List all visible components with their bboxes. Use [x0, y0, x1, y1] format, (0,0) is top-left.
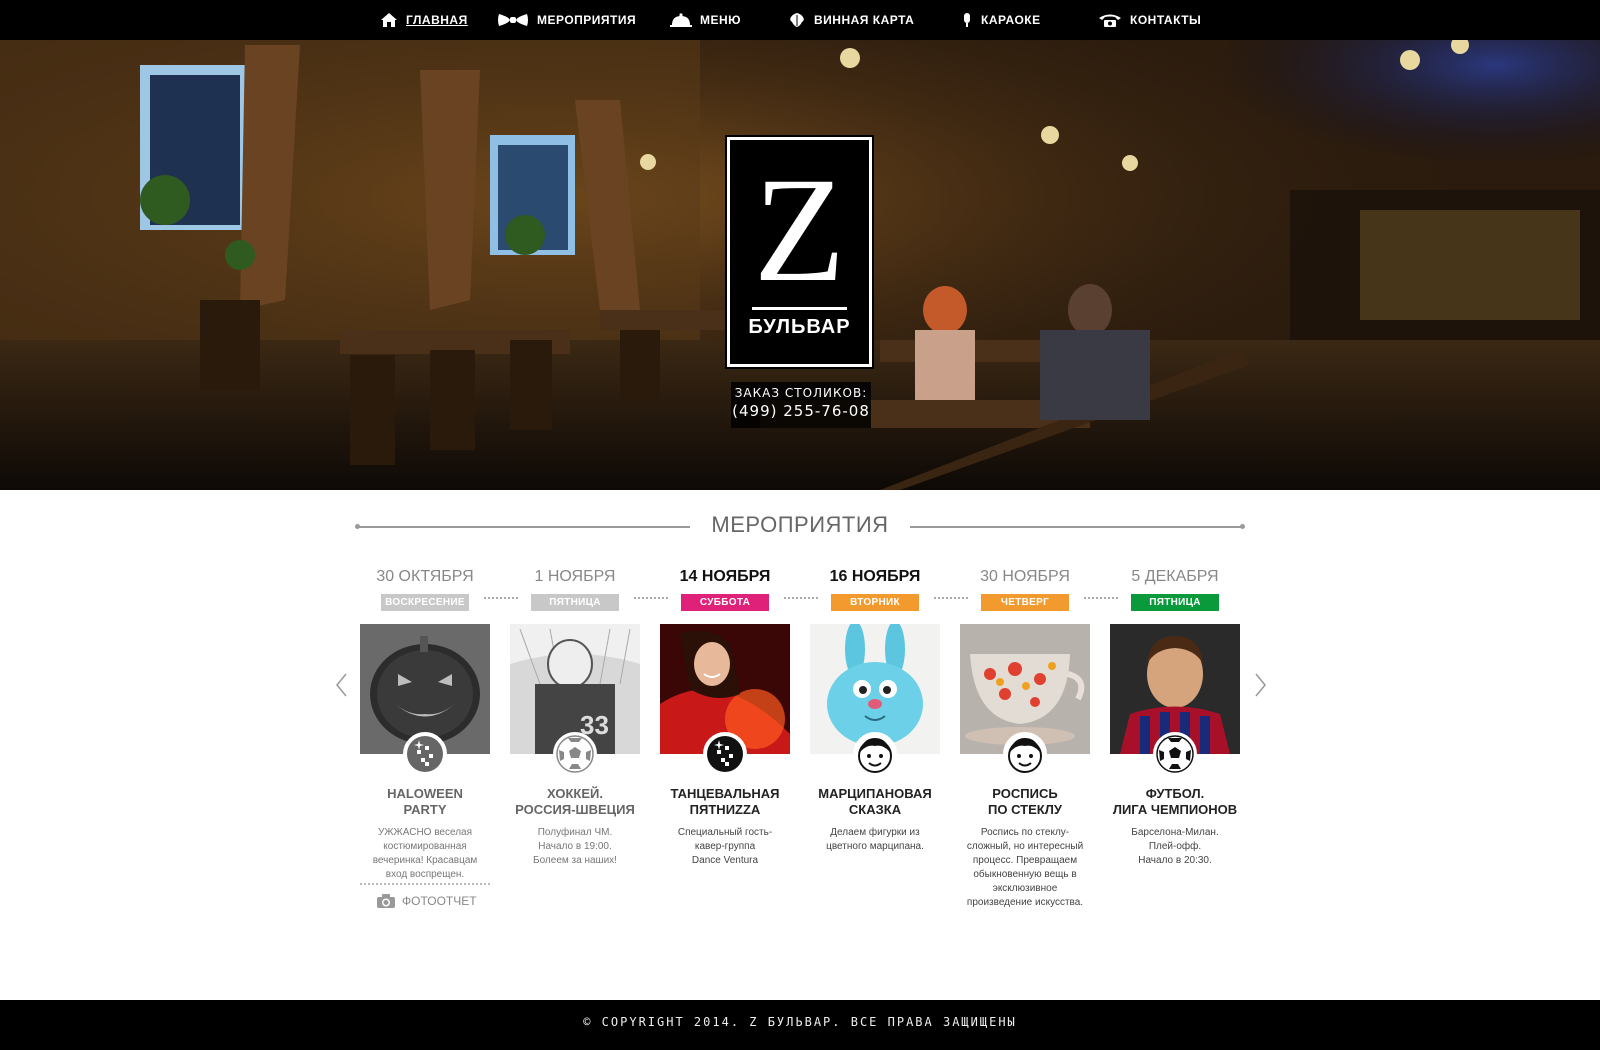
hero-banner: Z БУЛЬВАР ЗАКАЗ СТОЛИКОВ: (499) 255-76-0… [0, 40, 1600, 490]
booking-phone[interactable]: (499) 255-76-08 [731, 402, 871, 420]
event-category-badge [553, 732, 597, 776]
title-divider-right [910, 524, 1245, 529]
event-image[interactable] [810, 621, 940, 776]
section-title: МЕРОПРИЯТИЯ [711, 512, 889, 537]
nav-label: КАРАОКЕ [981, 13, 1041, 27]
chevron-right-icon [1255, 673, 1266, 697]
nav-label: МЕРОПРИЯТИЯ [537, 13, 637, 27]
nav-label: ВИННАЯ КАРТА [814, 13, 915, 27]
soccer-ball-icon [556, 735, 594, 773]
event-description: УЖЖАСНО веселая костюмированная вечеринк… [372, 827, 478, 880]
photo-report-label: ФОТООТЧЕТ [402, 894, 477, 908]
event-title: МАРЦИПАНОВАЯ СКАЗКА [818, 786, 932, 817]
event-title: HALOWEEN PARTY [387, 786, 463, 817]
carousel-prev-button[interactable] [332, 672, 352, 698]
bowtie-icon [498, 14, 528, 26]
event-date: 30 ОКТЯБРЯ [376, 568, 474, 585]
event-title: ХОККЕЙ. РОССИЯ-ШВЕЦИЯ [515, 786, 635, 817]
event-description: Делаем фигурки из цветного марципана. [826, 827, 924, 852]
logo-letter: Z [753, 147, 846, 313]
event-title: ТАНЦЕВАЛЬНАЯ ПЯТНИZZA [670, 786, 780, 817]
copyright-text: © COPYRIGHT 2014. Z БУЛЬВАР. ВСЕ ПРАВА З… [583, 1015, 1017, 1029]
grape-leaf-icon [790, 13, 804, 27]
event-title: РОСПИСЬ ПО СТЕКЛУ [988, 786, 1062, 817]
booking-label: ЗАКАЗ СТОЛИКОВ: [734, 386, 868, 400]
nav-item-wine[interactable]: ВИННАЯ КАРТА [788, 0, 914, 40]
kid-face-icon [858, 738, 892, 773]
event-date: 16 НОЯБРЯ [829, 568, 921, 585]
event-image[interactable] [360, 624, 490, 776]
event-weekday-badge: ВТОРНИК [831, 594, 919, 611]
event-card[interactable]: 16 НОЯБРЯ ВТОРНИК МАРЦИПАНОВАЯ СКАЗКА Де… [810, 566, 940, 854]
event-category-badge [403, 732, 447, 776]
phone-icon [1099, 14, 1121, 27]
event-card[interactable]: 1 НОЯБРЯ ПЯТНИЦА 33 ХОККЕЙ. РОССИЯ-ШВЕЦИ… [510, 566, 640, 868]
event-category-badge [703, 732, 747, 776]
event-image[interactable] [960, 624, 1090, 776]
event-weekday-badge: ПЯТНИЦА [531, 594, 619, 611]
nav-item-menu[interactable]: МЕНЮ [670, 0, 741, 40]
nav-item-home[interactable]: ГЛАВНАЯ [380, 0, 468, 40]
event-weekday-badge: СУББОТА [681, 594, 769, 611]
chevron-left-icon [336, 673, 347, 697]
logo-name: БУЛЬВАР [748, 316, 851, 338]
event-weekday-badge: ВОСКРЕСЕНИЕ [381, 594, 469, 611]
event-weekday-badge: ПЯТНИЦА [1131, 594, 1219, 611]
microphone-icon [964, 13, 970, 27]
logo-divider [752, 307, 847, 310]
event-description: Барселона-Милан. Плей-офф. Начало в 20:3… [1131, 827, 1219, 866]
nav-item-contacts[interactable]: КОНТАКТЫ [1098, 0, 1201, 40]
event-description: Полуфинал ЧМ. Начало в 19:00. Болеем за … [533, 827, 617, 866]
footer: © COPYRIGHT 2014. Z БУЛЬВАР. ВСЕ ПРАВА З… [0, 1000, 1600, 1050]
event-image[interactable]: 33 [510, 624, 640, 776]
event-title: ФУТБОЛ. ЛИГА ЧЕМПИОНОВ [1112, 786, 1238, 817]
events-section-header: МЕРОПРИЯТИЯ [355, 512, 1245, 542]
event-date: 1 НОЯБРЯ [534, 568, 616, 585]
event-card[interactable]: 14 НОЯБРЯ СУББОТА ТАНЦЕВАЛЬНАЯ ПЯТНИZZA … [660, 566, 790, 868]
event-image[interactable] [1110, 624, 1240, 776]
home-icon [381, 13, 397, 27]
nav-item-karaoke[interactable]: КАРАОКЕ [961, 0, 1041, 40]
disco-ball-icon [407, 736, 443, 772]
nav-label: ГЛАВНАЯ [406, 13, 468, 27]
table-booking: ЗАКАЗ СТОЛИКОВ: (499) 255-76-08 [731, 382, 871, 428]
event-category-badge [1153, 732, 1197, 776]
event-date: 14 НОЯБРЯ [679, 568, 771, 585]
event-description: Специальный гость- кавер-группа Dance Ve… [677, 827, 773, 866]
photo-report-link[interactable]: ФОТООТЧЕТ [376, 893, 477, 909]
event-date: 30 НОЯБРЯ [980, 568, 1070, 585]
event-card[interactable]: 30 НОЯБРЯ ЧЕТВЕРГ РОСПИСЬ ПО СТЕКЛУ Росп… [960, 566, 1090, 910]
event-card[interactable]: 5 ДЕКАБРЯ ПЯТНИЦА ФУТБОЛ. ЛИГА ЧЕМПИОНОВ… [1110, 566, 1240, 868]
nav-item-events[interactable]: МЕРОПРИЯТИЯ [497, 0, 636, 40]
event-date: 5 ДЕКАБРЯ [1131, 568, 1219, 585]
event-category-badge [853, 732, 897, 776]
event-category-badge [1003, 732, 1047, 776]
cloche-icon [670, 13, 692, 27]
camera-icon [377, 894, 395, 908]
carousel-next-button[interactable] [1250, 672, 1270, 698]
event-image[interactable] [660, 624, 790, 776]
event-weekday-badge: ЧЕТВЕРГ [981, 594, 1069, 611]
photo-report-divider [360, 883, 490, 885]
z-bulvar-logo[interactable]: Z БУЛЬВАР [725, 135, 874, 369]
soccer-ball-icon [1156, 735, 1194, 773]
kid-face-icon [1008, 738, 1042, 773]
disco-ball-icon [707, 736, 743, 772]
event-description: Роспись по стеклу- сложный, но интересны… [966, 827, 1084, 908]
nav-label: КОНТАКТЫ [1130, 13, 1202, 27]
title-divider-left [355, 524, 690, 529]
nav-label: МЕНЮ [700, 13, 742, 27]
top-navigation: ГЛАВНАЯ МЕРОПРИЯТИЯ МЕНЮ ВИННАЯ КАРТА КА… [0, 0, 1600, 40]
event-card[interactable]: 30 ОКТЯБРЯ ВОСКРЕСЕНИЕ HALOWEEN PARTY УЖ… [360, 566, 490, 882]
